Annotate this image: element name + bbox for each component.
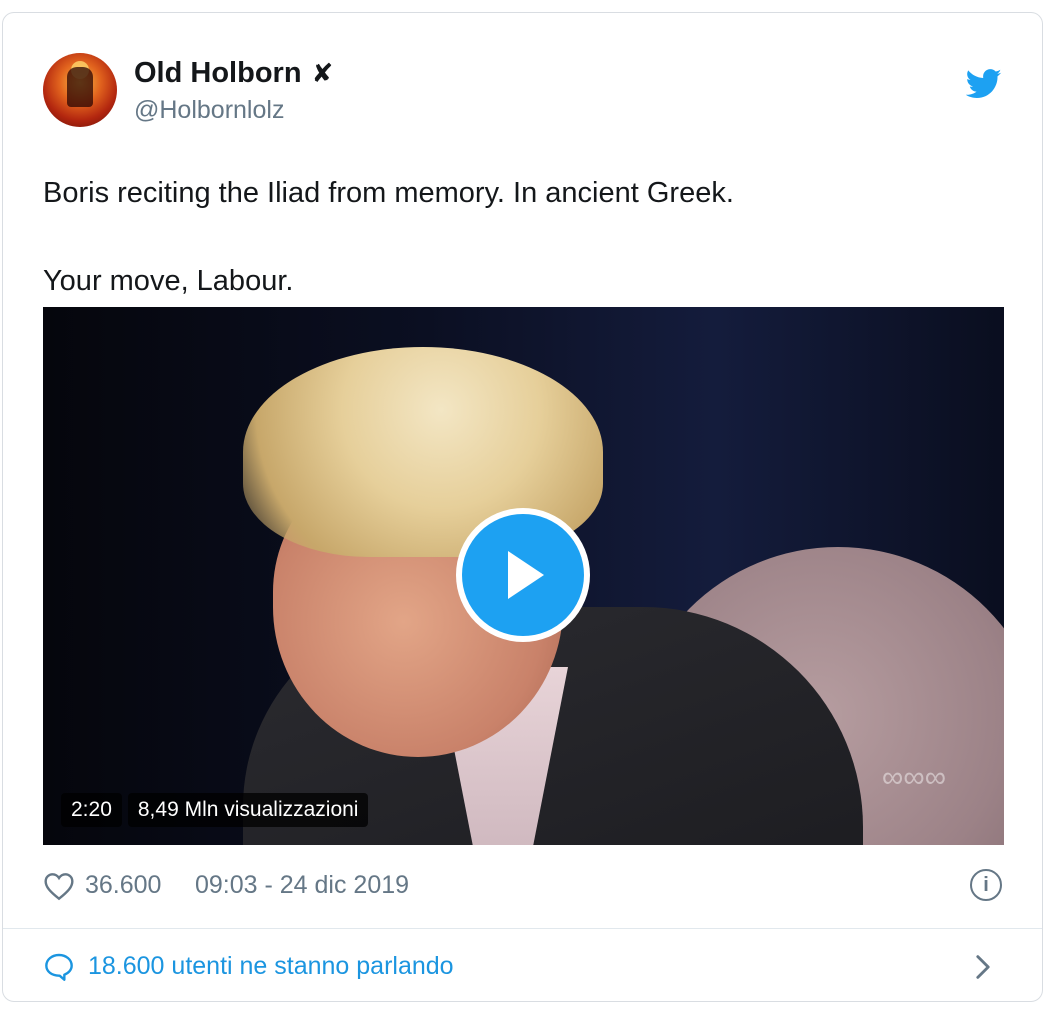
author-name-text: Old Holborn: [134, 57, 302, 89]
author-handle[interactable]: @Holbornlolz: [134, 96, 284, 125]
tweet-header: Old Holborn ✘ @Holbornlolz: [43, 53, 1002, 133]
author-badge: ✘: [311, 58, 334, 88]
tweet-text: Boris reciting the Iliad from memory. In…: [43, 171, 734, 303]
conversation-label: 18.600 utenti ne stanno parlando: [88, 952, 454, 980]
conversation-link[interactable]: 18.600 utenti ne stanno parlando: [43, 948, 1002, 988]
video-duration: 2:20: [61, 793, 122, 827]
tweet-card: Old Holborn ✘ @Holbornlolz Boris reciting…: [2, 12, 1043, 1002]
divider: [3, 928, 1042, 929]
chevron-right-icon: [976, 955, 990, 979]
tweet-timestamp[interactable]: 09:03 - 24 dic 2019: [195, 871, 409, 900]
play-button-inner: [462, 514, 584, 636]
twitter-bird-icon[interactable]: [966, 69, 1002, 99]
video-badges: 2:20 8,49 Mln visualizzazioni: [61, 793, 369, 827]
tweet-text-line-1: Boris reciting the Iliad from memory. In…: [43, 177, 734, 209]
video-player[interactable]: ∞∞∞ 2:20 8,49 Mln visualizzazioni: [43, 307, 1004, 845]
heart-icon[interactable]: [43, 871, 75, 901]
like-count[interactable]: 36.600: [85, 871, 161, 900]
avatar-figure: [67, 67, 93, 107]
speech-bubble-icon: [45, 953, 73, 981]
tweet-meta: 36.600 09:03 - 24 dic 2019 i: [43, 867, 1002, 907]
video-views: 8,49 Mln visualizzazioni: [127, 793, 369, 827]
info-icon[interactable]: i: [970, 869, 1002, 901]
play-icon: [508, 551, 544, 599]
avatar[interactable]: [43, 53, 117, 127]
abc-watermark-icon: ∞∞∞: [881, 761, 946, 794]
author-name[interactable]: Old Holborn ✘: [134, 57, 333, 90]
play-button[interactable]: [456, 508, 590, 642]
tweet-text-line-2: Your move, Labour.: [43, 265, 294, 297]
